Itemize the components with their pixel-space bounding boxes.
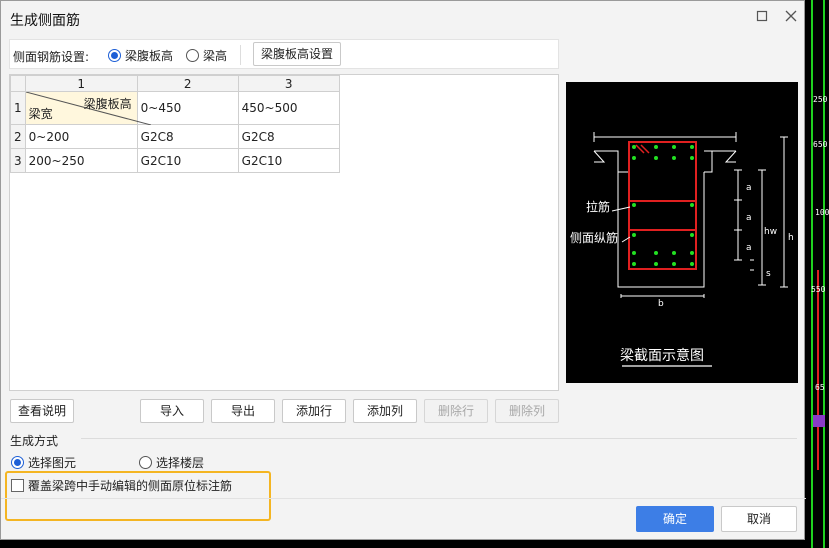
delete-row-button[interactable]: 删除行 — [424, 399, 488, 423]
bg-label: 650 — [813, 140, 828, 149]
bg-green-line — [823, 0, 825, 548]
radio-beam-height[interactable]: 梁高 — [186, 47, 227, 64]
header-beam-width: 梁宽 — [28, 107, 53, 121]
web-height-settings-button[interactable]: 梁腹板高设置 — [253, 42, 341, 66]
header-web-height: 梁腹板高 — [83, 97, 132, 111]
bg-marker — [813, 415, 825, 427]
table-cell[interactable]: G2C10 — [136, 148, 239, 173]
background-cad-view: 250 650 100 550 65 — [805, 0, 829, 548]
radio-web-height[interactable]: 梁腹板高 — [108, 47, 173, 64]
import-button[interactable]: 导入 — [140, 399, 204, 423]
maximize-icon[interactable] — [753, 9, 771, 27]
generate-mode-label: 生成方式 — [10, 434, 59, 448]
side-bar-label: 侧面纵筋 — [570, 230, 618, 245]
radio-dot — [11, 456, 24, 469]
divider — [81, 438, 797, 439]
bg-label: 65 — [815, 383, 825, 392]
tie-bar-leader — [611, 206, 631, 212]
dim-h-label: h — [788, 233, 794, 243]
rebar-points — [632, 145, 694, 266]
dim-a-label: a — [746, 213, 752, 223]
add-column-button[interactable]: 添加列 — [353, 399, 417, 423]
table-cell[interactable]: G2C8 — [136, 124, 239, 149]
divider — [240, 45, 241, 65]
radio-label: 梁腹板高 — [125, 49, 174, 63]
row-header[interactable]: 3 — [10, 148, 26, 173]
col-header[interactable]: 1 — [24, 75, 138, 92]
diagram-caption: 梁截面示意图 — [620, 347, 704, 364]
dim-b-label: b — [658, 299, 664, 309]
rebar-settings-toolbar: 侧面钢筋设置: 梁腹板高 梁高 梁腹板高设置 — [9, 39, 559, 69]
dialog-title: 生成侧面筋 — [10, 13, 80, 29]
radio-dot — [108, 49, 121, 62]
radio-label: 梁高 — [203, 49, 228, 63]
radio-select-elements[interactable]: 选择图元 — [11, 454, 76, 471]
tie-bar-label: 拉筋 — [586, 199, 610, 214]
table-cell[interactable]: 200~250 — [24, 148, 138, 173]
table-cell[interactable]: G2C10 — [237, 148, 340, 173]
row-header[interactable]: 1 — [10, 91, 26, 125]
stirrup-hook — [635, 144, 650, 154]
dim-hw-label: hw — [764, 227, 777, 237]
export-button[interactable]: 导出 — [211, 399, 275, 423]
bg-label: 550 — [811, 285, 826, 294]
radio-dot — [139, 456, 152, 469]
rebar-table: 1 2 3 1 梁腹板高 梁宽 0~450 450~500 2 0~200 G2… — [9, 74, 559, 391]
add-row-button[interactable]: 添加行 — [282, 399, 346, 423]
table-cell[interactable]: 0~200 — [24, 124, 138, 149]
corner-cell — [10, 75, 26, 92]
bg-green-line — [811, 0, 813, 548]
highlight-box — [5, 471, 271, 521]
diagonal-header-cell[interactable]: 梁腹板高 梁宽 — [24, 91, 151, 125]
cancel-button[interactable]: 取消 — [721, 506, 797, 532]
table-row: 2 0~200 G2C8 G2C8 — [10, 124, 340, 149]
divider — [1, 498, 806, 499]
stirrup — [628, 141, 697, 270]
delete-column-button[interactable]: 删除列 — [495, 399, 559, 423]
dim-a-label: a — [746, 243, 752, 253]
ok-button[interactable]: 确定 — [636, 506, 714, 532]
table-cell[interactable]: G2C8 — [237, 124, 340, 149]
dim-s-label: s — [766, 269, 771, 279]
close-icon[interactable] — [782, 9, 800, 27]
col-header[interactable]: 3 — [237, 75, 340, 92]
radio-label: 选择图元 — [28, 456, 77, 470]
row-header[interactable]: 2 — [10, 124, 26, 149]
radio-dot — [186, 49, 199, 62]
col-header[interactable]: 2 — [136, 75, 239, 92]
radio-label: 选择楼层 — [156, 456, 205, 470]
table-row: 3 200~250 G2C10 G2C10 — [10, 148, 340, 173]
dim-a-label: a — [746, 183, 752, 193]
table-cell[interactable]: 450~500 — [237, 91, 340, 125]
bg-label: 100 — [815, 208, 829, 217]
help-button[interactable]: 查看说明 — [10, 399, 74, 423]
title-bar[interactable]: 生成侧面筋 — [1, 1, 806, 35]
beam-section-diagram: 拉筋 侧面纵筋 a a a hw h s b 梁截面示意图 — [566, 82, 798, 383]
side-rebar-setting-label: 侧面钢筋设置: — [13, 50, 90, 64]
side-rebar-dialog: 生成侧面筋 侧面钢筋设置: 梁腹板高 梁高 梁腹板高设置 1 2 3 1 梁腹板… — [0, 0, 806, 540]
table-cell[interactable]: 0~450 — [136, 91, 239, 125]
radio-select-floors[interactable]: 选择楼层 — [139, 454, 204, 471]
bg-label: 250 — [813, 95, 828, 104]
bg-red-line — [817, 270, 819, 470]
